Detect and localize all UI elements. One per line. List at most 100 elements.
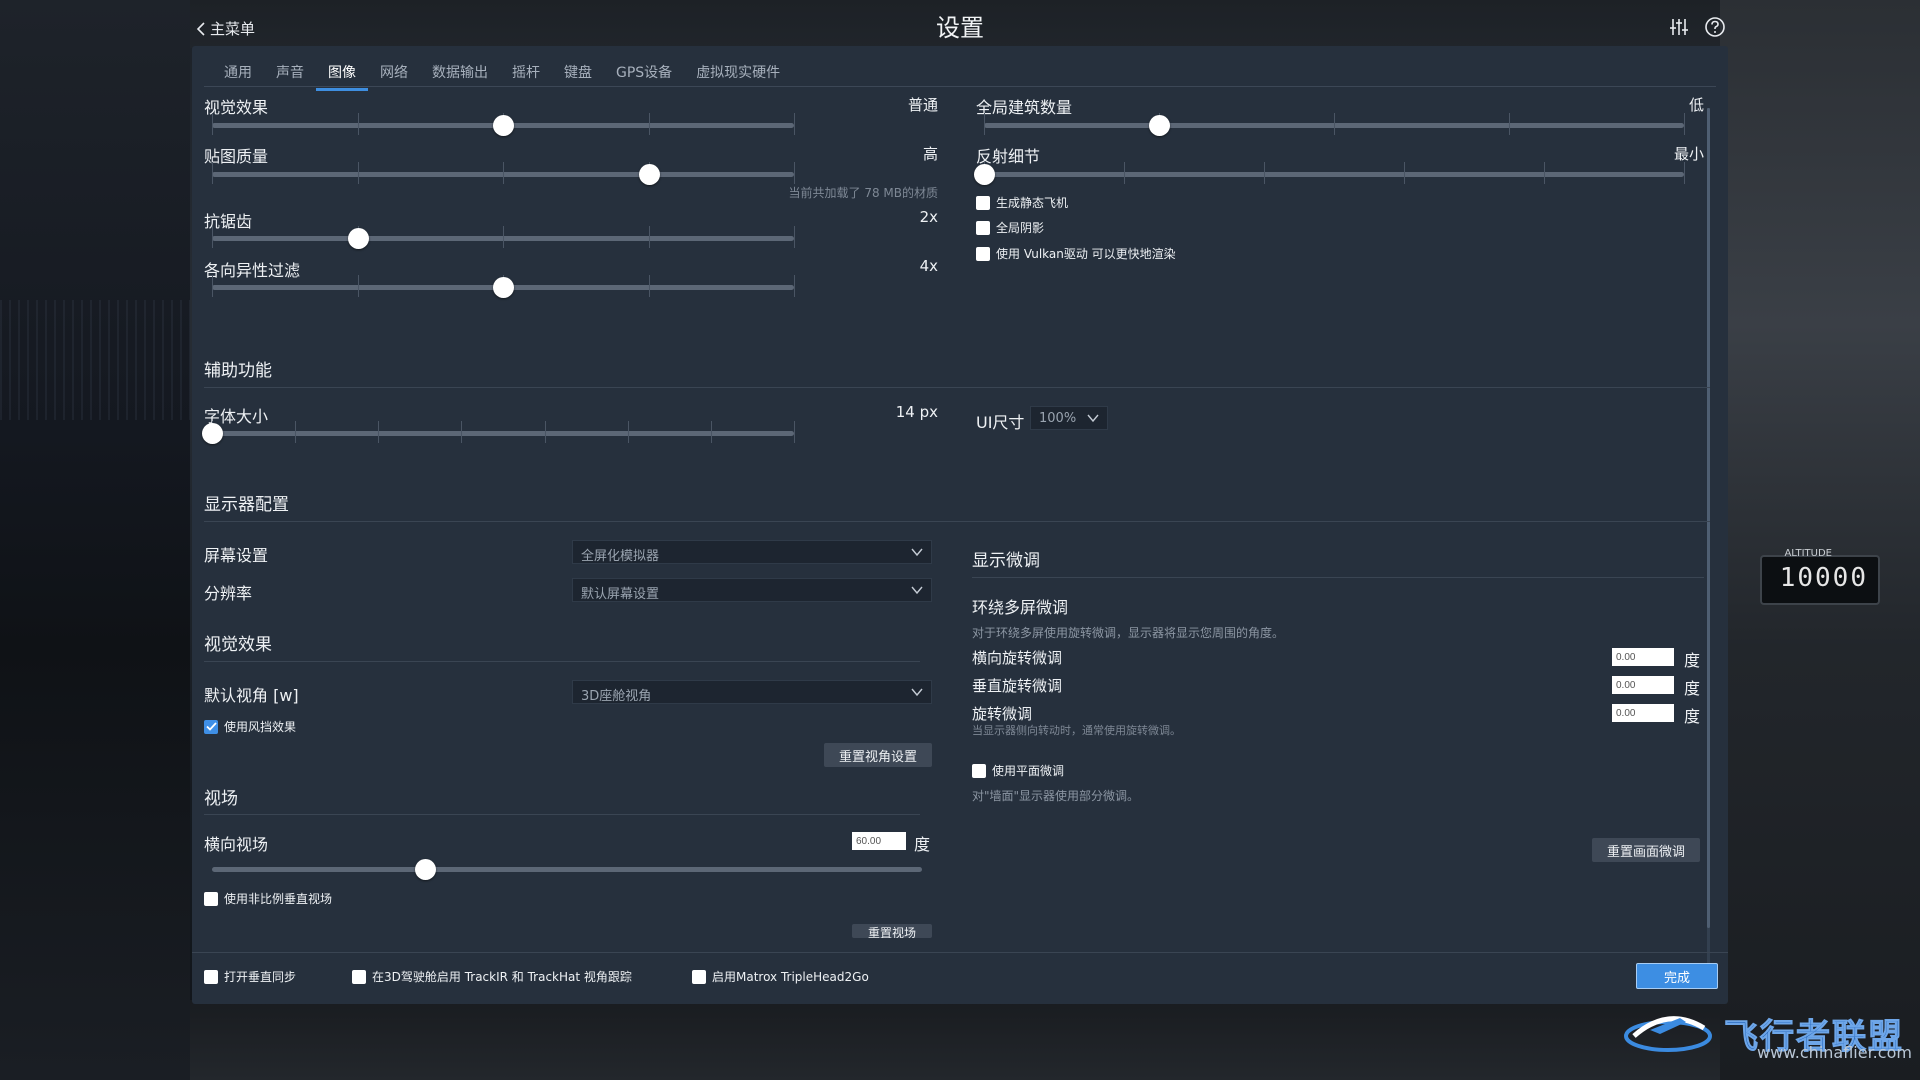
checkbox-box [204, 969, 218, 984]
static-aircraft-label: 生成静态飞机 [996, 196, 1069, 210]
texture-quality-slider[interactable] [212, 162, 795, 185]
watermark-url: www.chinaflier.com [1757, 1043, 1912, 1062]
slider-tick [794, 421, 795, 443]
slider-tick [503, 226, 504, 248]
slider-knob[interactable] [974, 164, 995, 185]
texture-memory-note: 当前共加载了 78 MB的材质 [788, 186, 939, 200]
slider-knob[interactable] [1149, 115, 1170, 136]
done-button[interactable]: 完成 [1636, 963, 1718, 989]
roll-tweak-input[interactable] [1612, 704, 1674, 722]
flat-tweak-checkbox[interactable]: 使用平面微调 [972, 762, 1064, 779]
background-right-panel [1720, 0, 1920, 1080]
visual-effects-slider[interactable] [212, 113, 795, 136]
horizontal-fov-slider[interactable] [212, 859, 922, 880]
static-aircraft-checkbox[interactable]: 生成静态飞机 [976, 194, 1068, 211]
slider-knob[interactable] [415, 859, 436, 880]
sliders-icon[interactable] [1668, 16, 1690, 38]
trackir-checkbox[interactable]: 在3D驾驶舱启用 TrackIR 和 TrackHat 视角跟踪 [352, 968, 632, 985]
section-divider [204, 387, 1710, 388]
global-shadows-checkbox[interactable]: 全局阴影 [976, 219, 1044, 236]
reset-view-button[interactable]: 重置视角设置 [824, 743, 932, 767]
vsync-checkbox[interactable]: 打开垂直同步 [204, 968, 296, 985]
flat-tweak-note: 对"墙面"显示器使用部分微调。 [972, 789, 1140, 803]
antialiasing-slider[interactable] [212, 226, 795, 249]
slider-track[interactable] [212, 867, 922, 872]
fov-heading: 视场 [204, 789, 238, 809]
plane-logo-icon [1624, 1016, 1712, 1052]
font-size-slider[interactable] [202, 421, 795, 444]
chevron-down-icon [911, 586, 923, 595]
tab-divider [204, 86, 1716, 87]
reset-display-tweak-button[interactable]: 重置画面微调 [1592, 838, 1700, 862]
matrox-checkbox[interactable]: 启用Matrox TripleHead2Go [692, 968, 869, 985]
slider-tick [357, 162, 359, 184]
world-objects-value: 低 [1688, 96, 1704, 114]
world-objects-slider[interactable] [984, 113, 1685, 136]
anisotropic-slider[interactable] [212, 275, 795, 298]
ui-size-label: UI尺寸 [976, 413, 1025, 432]
accessibility-heading: 辅助功能 [204, 361, 272, 381]
scrollbar-thumb[interactable] [1707, 108, 1710, 928]
slider-tick [503, 162, 504, 184]
antialiasing-value: 2x [919, 208, 938, 226]
global-shadows-label: 全局阴影 [996, 221, 1045, 235]
vertical-tweak-label: 垂直旋转微调 [972, 677, 1063, 695]
wrap-tweak-note: 对于环绕多屏使用旋转微调，显示器将显示您周围的角度。 [972, 626, 1285, 640]
slider-knob[interactable] [202, 423, 223, 444]
background-left [0, 0, 190, 1080]
slider-tick [648, 226, 650, 248]
vulkan-label: 使用 Vulkan驱动 可以更快地渲染 [996, 247, 1176, 261]
roll-tweak-unit: 度 [1684, 707, 1701, 726]
section-divider [204, 521, 1710, 522]
font-size-value: 14 px [895, 403, 938, 421]
background-city-lights [0, 300, 190, 420]
horizontal-fov-unit: 度 [914, 835, 931, 854]
checkbox-box [972, 763, 986, 778]
reflection-slider[interactable] [974, 162, 1685, 185]
flat-tweak-label: 使用平面微调 [992, 764, 1065, 778]
chevron-down-icon [1087, 414, 1099, 423]
section-divider [972, 577, 1704, 578]
slider-tick [1404, 162, 1405, 184]
vertical-tweak-input[interactable] [1612, 676, 1674, 694]
slider-tick [357, 113, 359, 135]
slider-knob[interactable] [638, 164, 660, 185]
matrox-label: 启用Matrox TripleHead2Go [712, 970, 869, 984]
slider-knob[interactable] [493, 277, 514, 298]
background-bottom [190, 1000, 1720, 1080]
roll-tweak-label: 旋转微调 [972, 705, 1033, 723]
horizontal-fov-input[interactable] [852, 832, 906, 850]
slider-tick [648, 275, 650, 297]
slider-track[interactable] [212, 431, 794, 436]
slider-tick [212, 162, 213, 184]
screen-setting-dropdown[interactable]: 全屏化模拟器 [572, 540, 932, 564]
default-view-dropdown[interactable]: 3D座舱视角 [572, 680, 932, 704]
resolution-dropdown[interactable]: 默认屏幕设置 [572, 578, 932, 602]
monitor-config-heading: 显示器配置 [204, 495, 289, 515]
vulkan-checkbox[interactable]: 使用 Vulkan驱动 可以更快地渲染 [976, 245, 1176, 262]
slider-track[interactable] [984, 172, 1684, 177]
check-icon [205, 722, 217, 731]
slider-tick [1334, 113, 1335, 135]
help-icon[interactable] [1704, 16, 1726, 38]
nonproportional-fov-checkbox[interactable]: 使用非比例垂直视场 [204, 890, 332, 907]
footer-divider [192, 952, 1728, 953]
slider-tick [1544, 162, 1545, 184]
windshield-effects-checkbox[interactable]: 使用风挡效果 [204, 718, 296, 735]
slider-tick [1509, 113, 1510, 135]
slider-tick [544, 421, 546, 443]
checkbox-box [352, 969, 366, 984]
slider-tick [357, 275, 359, 297]
screen-setting-label: 屏幕设置 [204, 546, 269, 565]
ui-size-dropdown[interactable]: 100% [1030, 406, 1108, 430]
lateral-tweak-input[interactable] [1612, 648, 1674, 666]
slider-knob[interactable] [493, 115, 514, 136]
windshield-effects-label: 使用风挡效果 [224, 720, 297, 734]
view-effects-heading: 视觉效果 [204, 635, 272, 655]
altitude-value: 10000 [1779, 563, 1868, 593]
checkbox-box [976, 220, 990, 235]
default-view-label: 默认视角 [w] [204, 686, 299, 705]
reset-fov-button[interactable]: 重置视场 [852, 924, 932, 938]
slider-tick [984, 113, 985, 135]
slider-knob[interactable] [347, 228, 369, 249]
